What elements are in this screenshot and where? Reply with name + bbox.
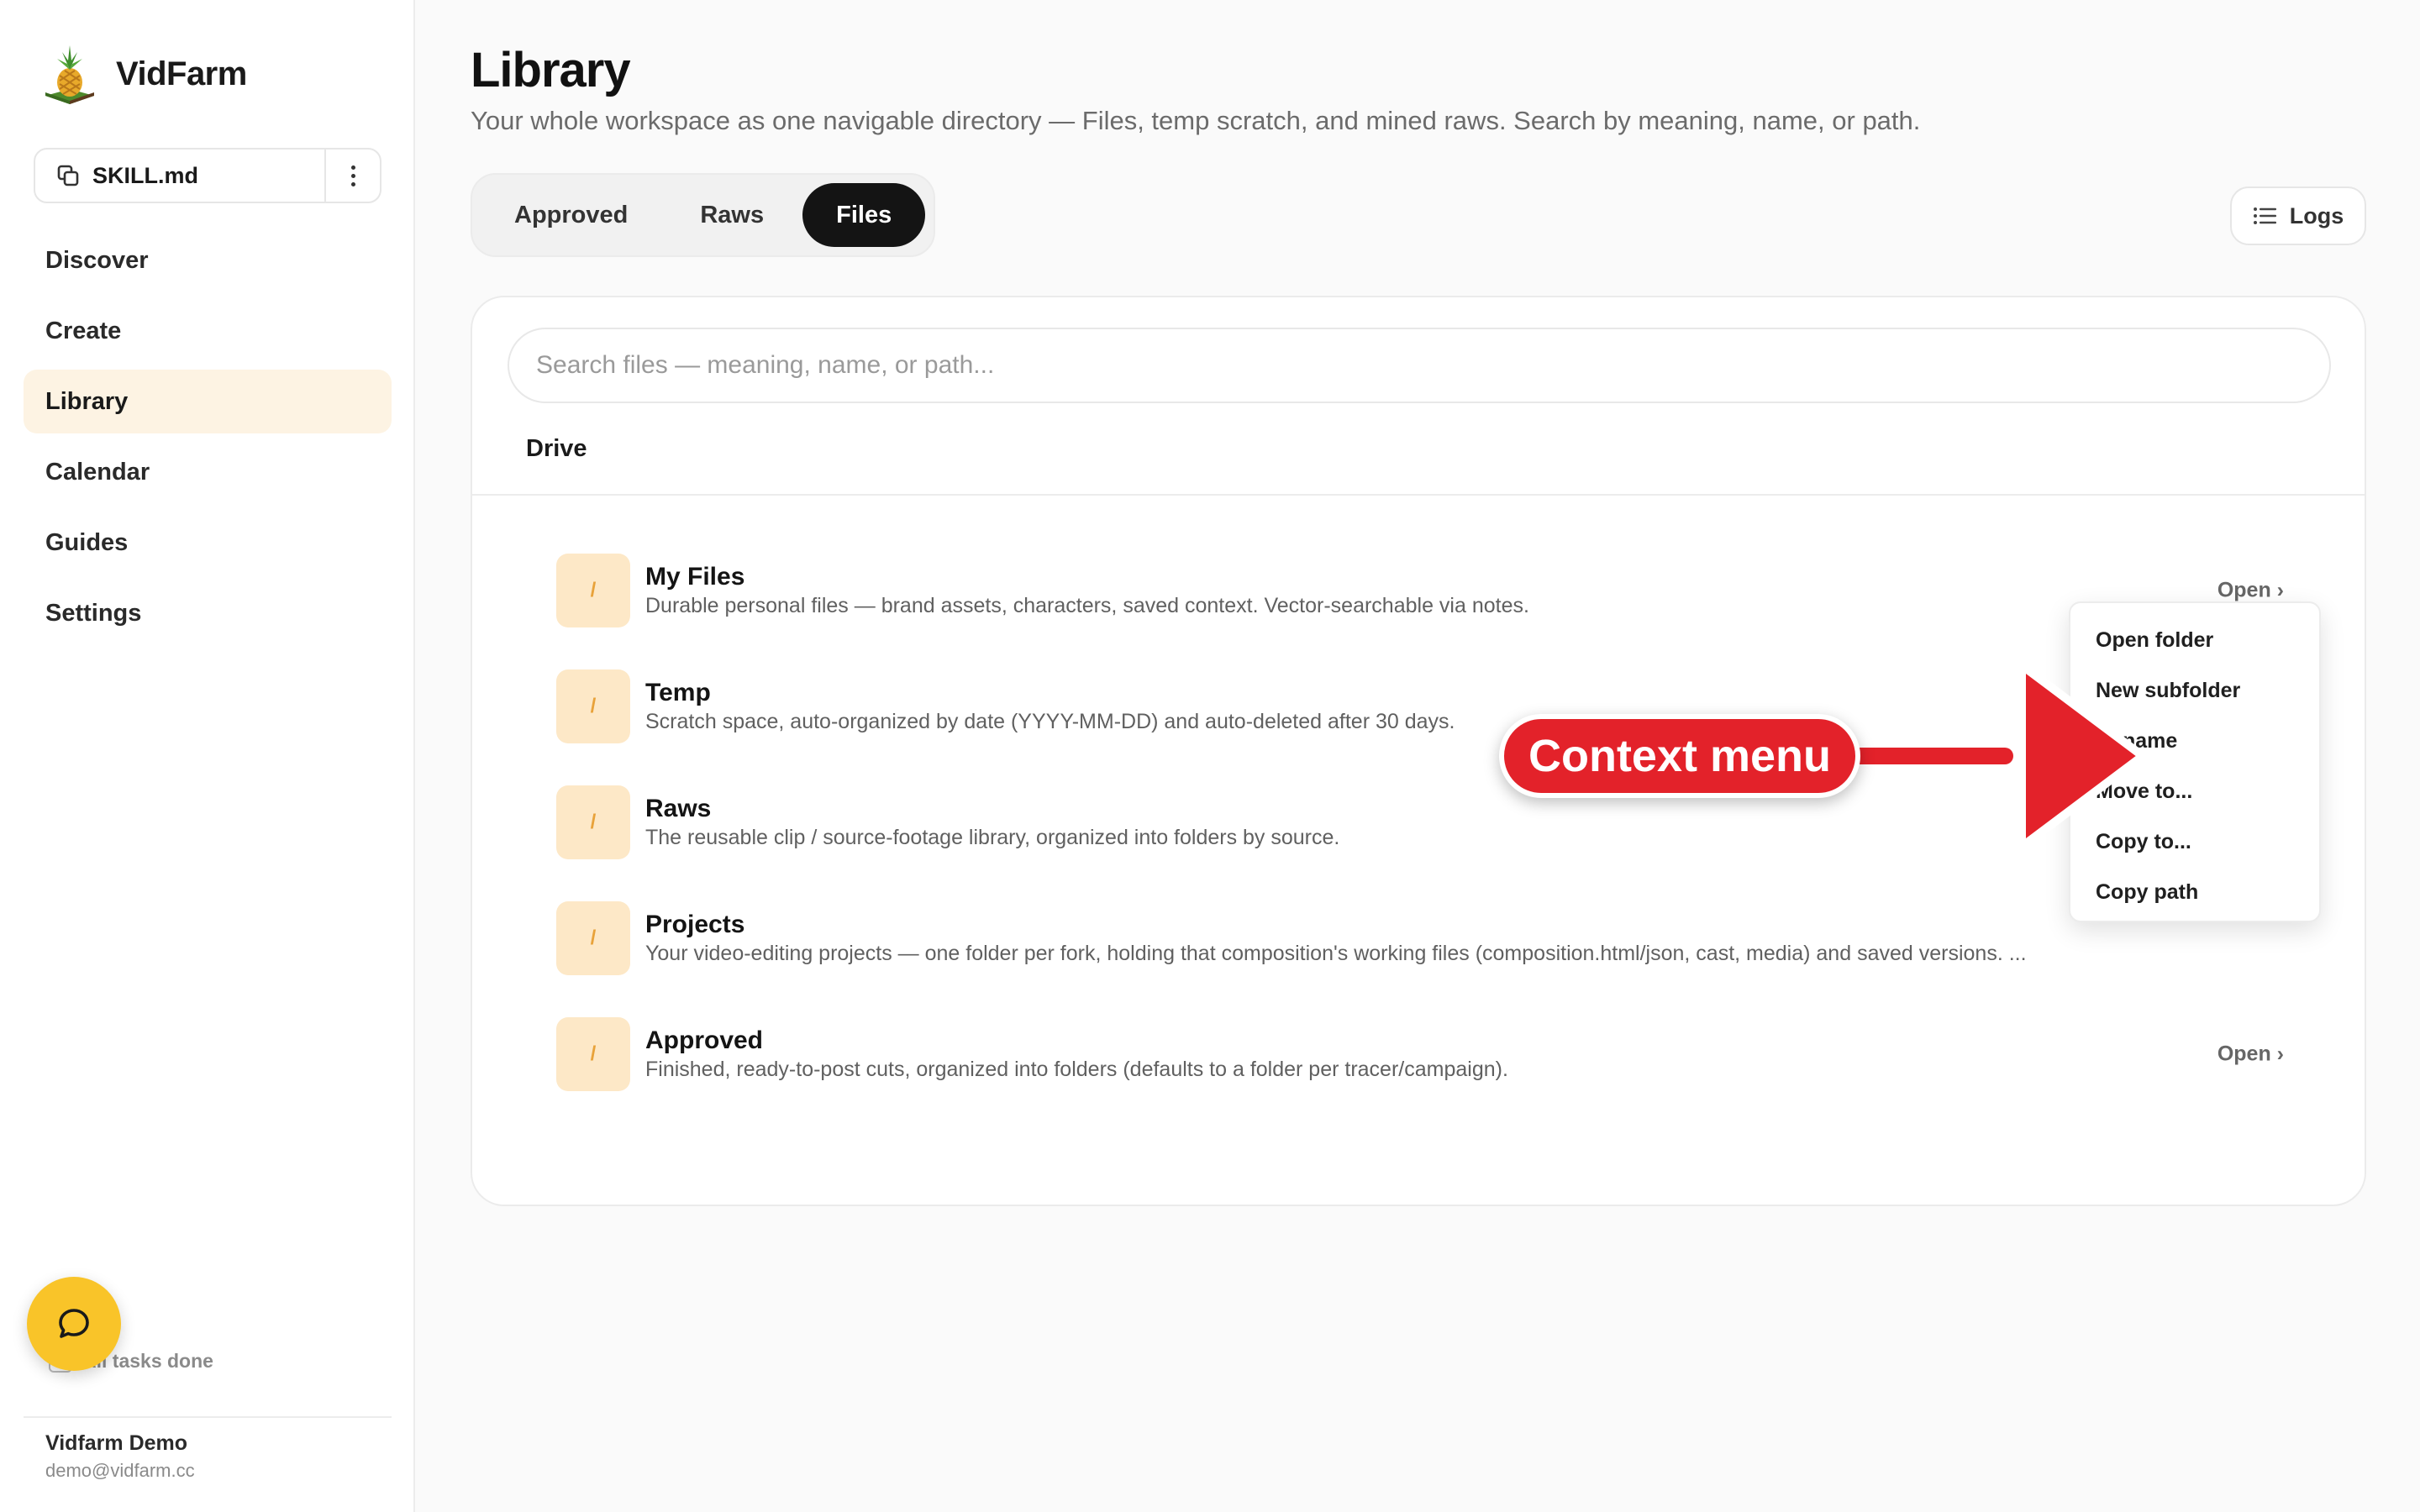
sidebar-item-discover[interactable]: Discover [24,228,392,292]
user-name[interactable]: Vidfarm Demo [45,1431,187,1456]
folder-description: Scratch space, auto-organized by date (Y… [645,710,1455,733]
more-vertical-icon [350,165,355,186]
sidebar-item-create[interactable]: Create [24,299,392,363]
folder-description: Durable personal files — brand assets, c… [645,594,1529,617]
chat-bubble-icon [59,1309,89,1338]
open-folder-link[interactable]: Open › [2217,579,2284,603]
folder-row-projects[interactable]: / Projects Your video-editing projects —… [556,880,2284,996]
folder-icon: / [556,1017,630,1091]
sidebar-item-library[interactable]: Library [24,370,392,433]
skill-more-button[interactable] [326,150,380,202]
skill-file-control: SKILL.md [34,148,381,203]
list-icon [2253,207,2276,224]
user-divider [24,1416,392,1418]
card-divider [472,494,2365,496]
folder-row-my-files[interactable]: / My Files Durable personal files — bran… [556,533,2284,648]
tab-raws[interactable]: Raws [666,183,797,247]
page-subtitle: Your whole workspace as one navigable di… [471,106,1921,135]
folder-name: Temp [645,679,711,706]
sidebar-nav: Discover Create Library Calendar Guides … [24,228,392,652]
folder-description: The reusable clip / source-footage libra… [645,826,1340,849]
folder-description: Your video-editing projects — one folder… [645,942,2027,965]
folder-row-approved[interactable]: / Approved Finished, ready-to-post cuts,… [556,996,2284,1112]
sidebar-item-calendar[interactable]: Calendar [24,440,392,504]
section-label-drive: Drive [526,435,587,462]
library-tabs: Approved Raws Files [471,173,936,257]
page-title: Library [471,43,631,97]
folder-icon: / [556,554,630,627]
folder-name: My Files [645,563,745,591]
annotation-label: Context menu [1499,714,1860,798]
sidebar-item-guides[interactable]: Guides [24,511,392,575]
skill-file-button[interactable]: SKILL.md [35,150,324,202]
brand[interactable]: VidFarm [42,42,247,106]
brand-name: VidFarm [116,55,247,92]
folder-icon: / [556,669,630,743]
chat-button[interactable] [27,1277,121,1371]
tab-files[interactable]: Files [802,183,926,247]
copy-icon [57,165,79,186]
open-folder-link[interactable]: Open › [2217,1042,2284,1067]
tab-approved[interactable]: Approved [481,183,661,247]
annotation-arrow-icon [1845,661,2147,851]
context-menu-copy-path[interactable]: Copy path [2070,867,2319,917]
logs-button[interactable]: Logs [2230,186,2366,245]
sidebar: VidFarm SKILL.md Discover Create Library… [0,0,415,1512]
folder-icon: / [556,785,630,859]
folder-name: Projects [645,911,745,938]
search-input[interactable] [508,328,2331,403]
folder-name: Raws [645,795,712,822]
logs-label: Logs [2289,202,2344,228]
sidebar-item-settings[interactable]: Settings [24,581,392,645]
folder-description: Finished, ready-to-post cuts, organized … [645,1058,1508,1081]
folder-name: Approved [645,1026,764,1054]
pineapple-logo-icon [45,45,94,104]
folder-icon: / [556,901,630,975]
skill-file-label: SKILL.md [92,162,198,188]
user-email: demo@vidfarm.cc [45,1460,195,1481]
